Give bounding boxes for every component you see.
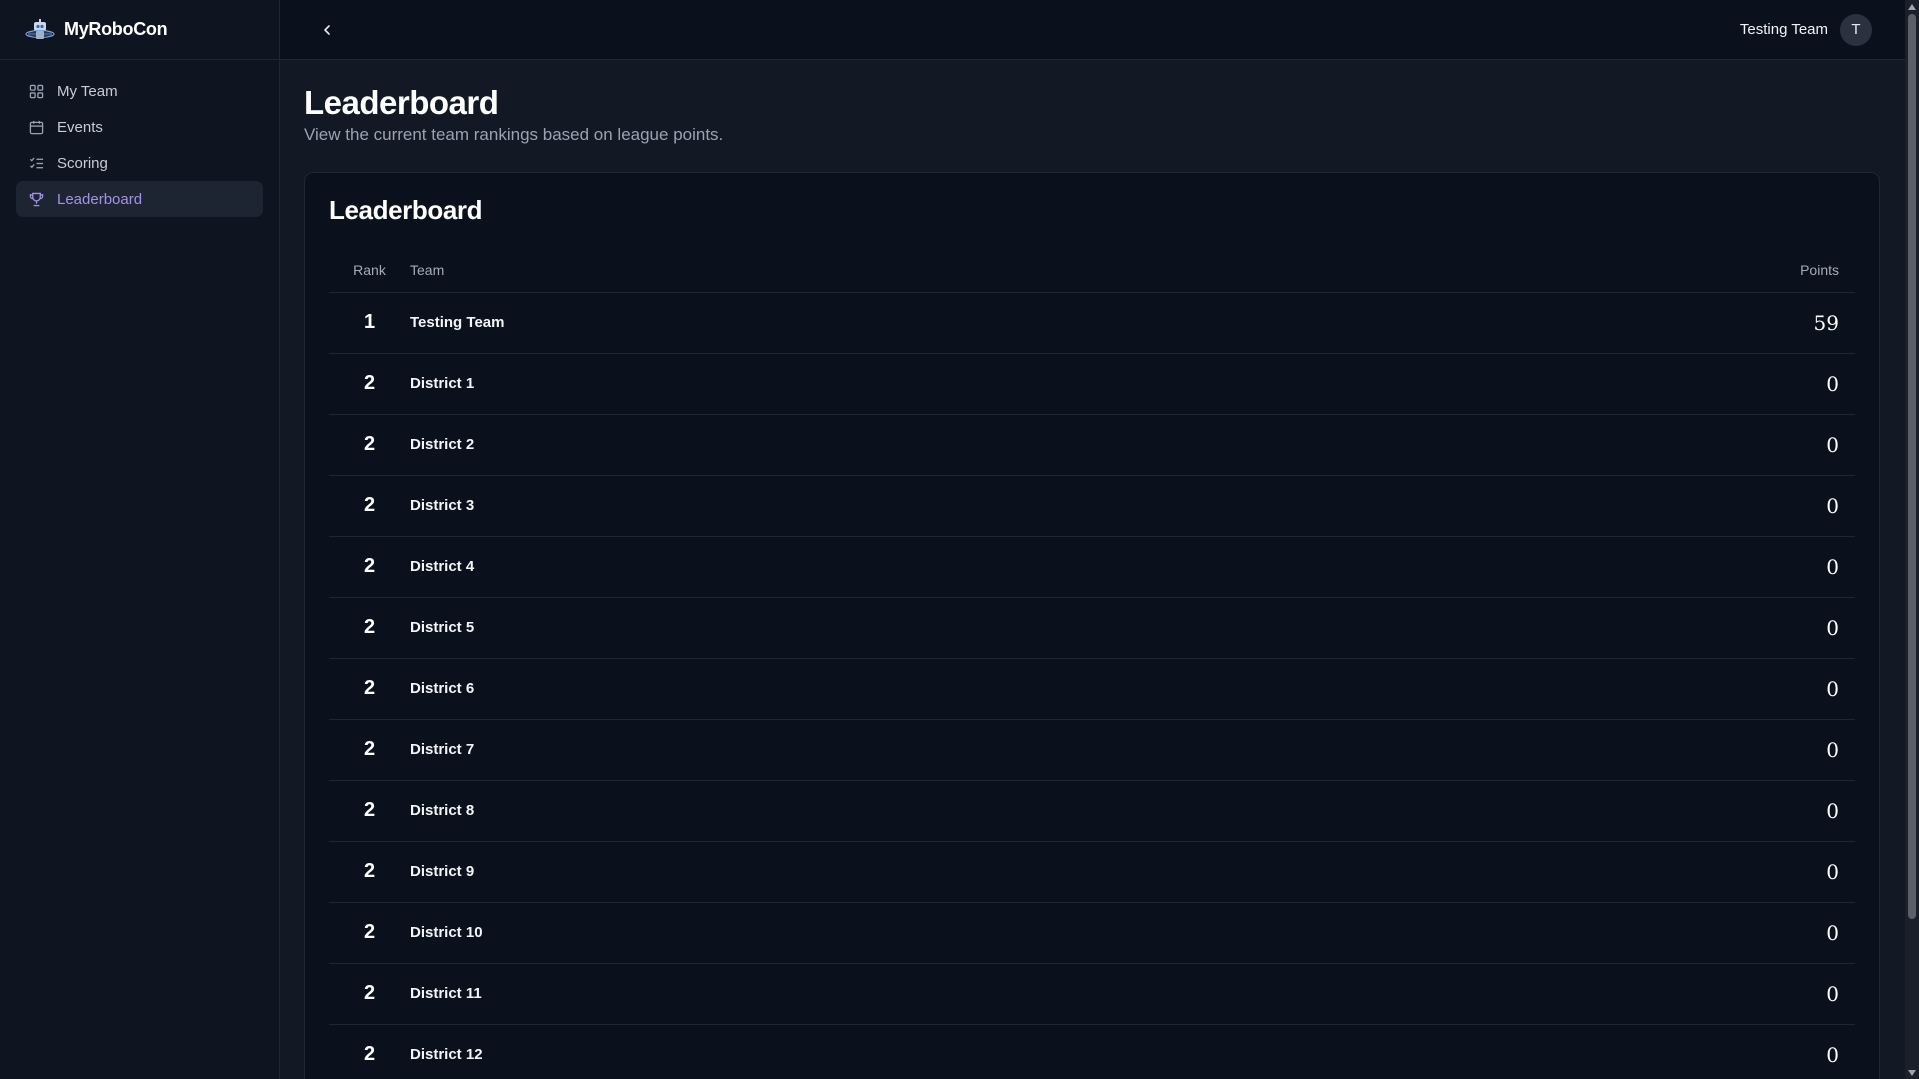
scroll-down-icon[interactable] (1908, 1070, 1916, 1076)
points-cell: 0 (1323, 536, 1855, 598)
rank-cell: 2 (329, 536, 410, 598)
table-row: 2 District 90 (329, 841, 1855, 903)
rank-cell: 2 (329, 414, 410, 476)
team-cell: District 1 (410, 353, 1324, 415)
points-cell: 0 (1323, 1024, 1855, 1079)
sidebar-item-label: My Team (57, 82, 118, 100)
page-title: Leaderboard (304, 84, 499, 121)
scroll-thumb[interactable] (1908, 14, 1916, 919)
rank-cell: 2 (329, 475, 410, 537)
chevron-left-icon (324, 24, 330, 35)
robot-logo-icon (25, 18, 55, 41)
user-menu[interactable]: Testing Team T (1739, 13, 1872, 46)
team-cell: District 12 (410, 1024, 1324, 1079)
rank-cell: 2 (329, 841, 410, 903)
column-header-points: Points (1323, 248, 1855, 293)
user-name: Testing Team (1739, 21, 1828, 38)
team-cell: District 11 (410, 963, 1324, 1025)
points-cell: 0 (1323, 719, 1855, 781)
table-row: 2 District 10 (329, 353, 1855, 415)
points-cell: 0 (1323, 963, 1855, 1025)
sidebar-item-events[interactable]: Events (16, 109, 263, 145)
rank-cell: 2 (329, 658, 410, 720)
main-area: Testing Team T Leaderboard View the curr… (280, 0, 1919, 1079)
rank-cell: 2 (329, 597, 410, 659)
sidebar-item-label: Scoring (57, 154, 108, 172)
scroll-up-icon[interactable] (1908, 4, 1916, 10)
points-cell: 0 (1323, 658, 1855, 720)
column-header-team: Team (410, 248, 1324, 293)
team-cell: District 8 (410, 780, 1324, 842)
table-row: 2 District 20 (329, 414, 1855, 476)
leaderboard-card: Leaderboard Rank Team Points 1 Testing Te… (304, 172, 1880, 1079)
page-subtitle: View the current team rankings based on … (304, 125, 724, 145)
points-cell: 59 (1323, 292, 1855, 354)
column-header-rank: Rank (329, 248, 410, 293)
team-cell: District 4 (410, 536, 1324, 598)
rank-cell: 2 (329, 963, 410, 1025)
table-row: 2 District 11 0 (329, 963, 1855, 1025)
rank-cell: 2 (329, 1024, 410, 1079)
points-cell: 0 (1323, 780, 1855, 842)
table-row: 2 District 70 (329, 719, 1855, 781)
list-check-icon (28, 155, 44, 171)
points-cell: 0 (1323, 475, 1855, 537)
sidebar-nav: My Team Events Scoring Leaderboard (0, 60, 279, 230)
leaderboard-table: Rank Team Points 1 Testing Team 59 2 Distric… (329, 248, 1855, 1079)
table-row: 2 District 60 (329, 658, 1855, 720)
sidebar-item-label: Leaderboard (57, 190, 143, 208)
sidebar-item-label: Events (57, 118, 103, 136)
trophy-icon (28, 191, 44, 207)
team-cell: District 3 (410, 475, 1324, 537)
team-cell: District 6 (410, 658, 1324, 720)
table-row: 2 District 10 0 (329, 902, 1855, 964)
avatar[interactable]: T (1840, 13, 1872, 46)
sidebar-item-my-team[interactable]: My Team (16, 73, 263, 109)
points-cell: 0 (1323, 841, 1855, 903)
points-cell: 0 (1323, 353, 1855, 415)
team-cell: District 7 (410, 719, 1324, 781)
sidebar: MyRoboCon My Team Events Scoring Leaderb… (0, 0, 280, 1079)
points-cell: 0 (1323, 597, 1855, 659)
team-cell: District 5 (410, 597, 1324, 659)
rank-cell: 1 (329, 292, 410, 354)
page-content: Leaderboard View the current team rankin… (280, 60, 1919, 1079)
app-root: MyRoboCon My Team Events Scoring Leaderb… (0, 0, 1919, 1079)
team-cell: Testing Team (410, 292, 1324, 354)
points-cell: 0 (1323, 902, 1855, 964)
table-body: 1 Testing Team 59 2 District 1 0 2 District 202… (329, 292, 1855, 1079)
rank-cell: 2 (329, 719, 410, 781)
table-row: 2 District 80 (329, 780, 1855, 842)
team-cell: District 2 (410, 414, 1324, 476)
table-row: 1 Testing Team 59 (329, 292, 1855, 354)
card-title: Leaderboard (329, 195, 483, 226)
team-cell: District 9 (410, 841, 1324, 903)
brand-name: MyRoboCon (64, 19, 168, 39)
table-header-row: Rank Team Points (329, 248, 1855, 293)
table-row: 2 District 50 (329, 597, 1855, 659)
collapse-sidebar-button[interactable] (315, 18, 339, 42)
sidebar-item-leaderboard[interactable]: Leaderboard (16, 181, 263, 217)
table-row: 2 District 12 0 (329, 1024, 1855, 1079)
topbar: Testing Team T (280, 0, 1919, 60)
vertical-scrollbar[interactable] (1905, 0, 1919, 1079)
calendar-icon (28, 119, 44, 135)
table-row: 2 District 30 (329, 475, 1855, 537)
rank-cell: 2 (329, 902, 410, 964)
team-cell: District 10 (410, 902, 1324, 964)
table-row: 2 District 40 (329, 536, 1855, 598)
brand[interactable]: MyRoboCon (0, 0, 279, 60)
dashboard-icon (28, 83, 44, 99)
sidebar-item-scoring[interactable]: Scoring (16, 145, 263, 181)
rank-cell: 2 (329, 780, 410, 842)
points-cell: 0 (1323, 414, 1855, 476)
rank-cell: 2 (329, 353, 410, 415)
